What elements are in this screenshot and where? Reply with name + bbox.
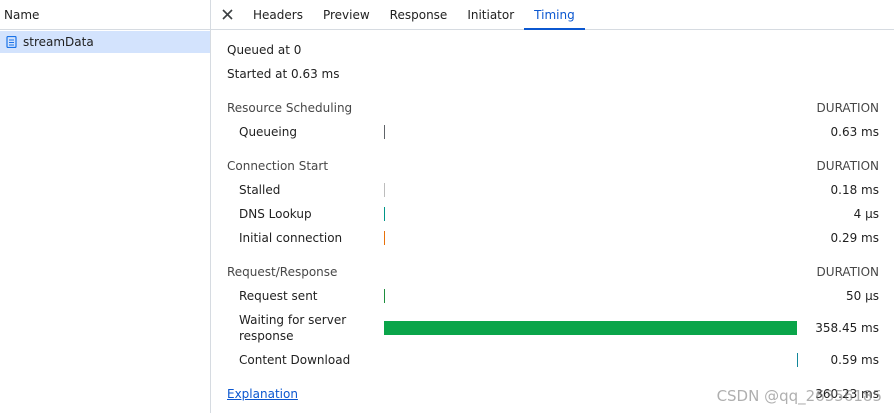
timing-bar-request-sent [384, 288, 798, 304]
request-name: streamData [23, 35, 94, 49]
timing-row-value-content-download: 0.59 ms [830, 353, 879, 367]
watermark-text: CSDN @qq_26356185 [716, 387, 882, 405]
explanation-link[interactable]: Explanation [227, 387, 298, 401]
tab-initiator-label: Initiator [467, 7, 515, 22]
timing-bar-dns-lookup [384, 206, 798, 222]
queued-at-text: Queued at 0 [227, 43, 302, 57]
started-at-text: Started at 0.63 ms [227, 67, 340, 81]
timing-bar-stalled [384, 182, 798, 198]
timing-bar-waiting [384, 320, 798, 336]
timing-row-value-request-sent: 50 µs [846, 289, 879, 303]
document-icon [5, 36, 17, 48]
timing-bar-segment [797, 353, 798, 367]
tab-response-label: Response [389, 7, 448, 22]
timing-view: Queued at 0 Started at 0.63 ms Resource … [211, 31, 894, 413]
close-icon[interactable] [211, 0, 243, 29]
request-list: Name streamData [0, 0, 211, 413]
timing-bar-segment [384, 321, 797, 335]
section-title-resource-scheduling: Resource Scheduling [227, 101, 353, 115]
timing-row-value-stalled: 0.18 ms [830, 183, 879, 197]
request-details: Headers Preview Response Initiator Timin… [211, 0, 894, 413]
timing-row-value-waiting: 358.45 ms [815, 321, 879, 335]
request-row-streamdata[interactable]: streamData [0, 31, 210, 53]
timing-row-label-waiting: Waiting for server response [239, 313, 347, 343]
tab-initiator[interactable]: Initiator [457, 0, 524, 29]
timing-row-label-stalled: Stalled [239, 183, 281, 197]
timing-row-label-dns-lookup: DNS Lookup [239, 207, 312, 221]
timing-bar-segment [384, 207, 385, 221]
tab-timing[interactable]: Timing [524, 0, 585, 30]
timing-row-value-dns-lookup: 4 µs [853, 207, 879, 221]
timing-bar-content-download [384, 352, 798, 368]
timing-row-label-request-sent: Request sent [239, 289, 318, 303]
timing-row-label-content-download: Content Download [239, 353, 351, 367]
devtools-network-panel: Name streamData Headers Preview Response… [0, 0, 894, 413]
timing-row-value-initial-connection: 0.29 ms [830, 231, 879, 245]
tab-response[interactable]: Response [380, 0, 458, 29]
timing-bar-initial-connection [384, 230, 798, 246]
duration-header-connection-start: DURATION [816, 159, 879, 173]
section-title-connection-start: Connection Start [227, 159, 329, 173]
name-column-header[interactable]: Name [0, 0, 210, 30]
timing-row-label-initial-connection: Initial connection [239, 231, 343, 245]
section-title-request-response: Request/Response [227, 265, 338, 279]
timing-bar-segment [384, 183, 385, 197]
tab-headers-label: Headers [253, 7, 303, 22]
tab-headers[interactable]: Headers [243, 0, 313, 29]
duration-header-resource-scheduling: DURATION [816, 101, 879, 115]
timing-row-value-queueing: 0.63 ms [830, 125, 879, 139]
timing-bar-segment [384, 125, 385, 139]
details-tabbar: Headers Preview Response Initiator Timin… [211, 0, 894, 30]
duration-header-request-response: DURATION [816, 265, 879, 279]
tab-preview[interactable]: Preview [313, 0, 380, 29]
timing-bar-segment [384, 231, 385, 245]
timing-row-label-queueing: Queueing [239, 125, 297, 139]
tab-preview-label: Preview [322, 7, 370, 22]
timing-bar-segment [384, 289, 385, 303]
tab-timing-label: Timing [534, 7, 575, 22]
name-column-label: Name [4, 7, 40, 22]
timing-bar-queueing [384, 124, 798, 140]
